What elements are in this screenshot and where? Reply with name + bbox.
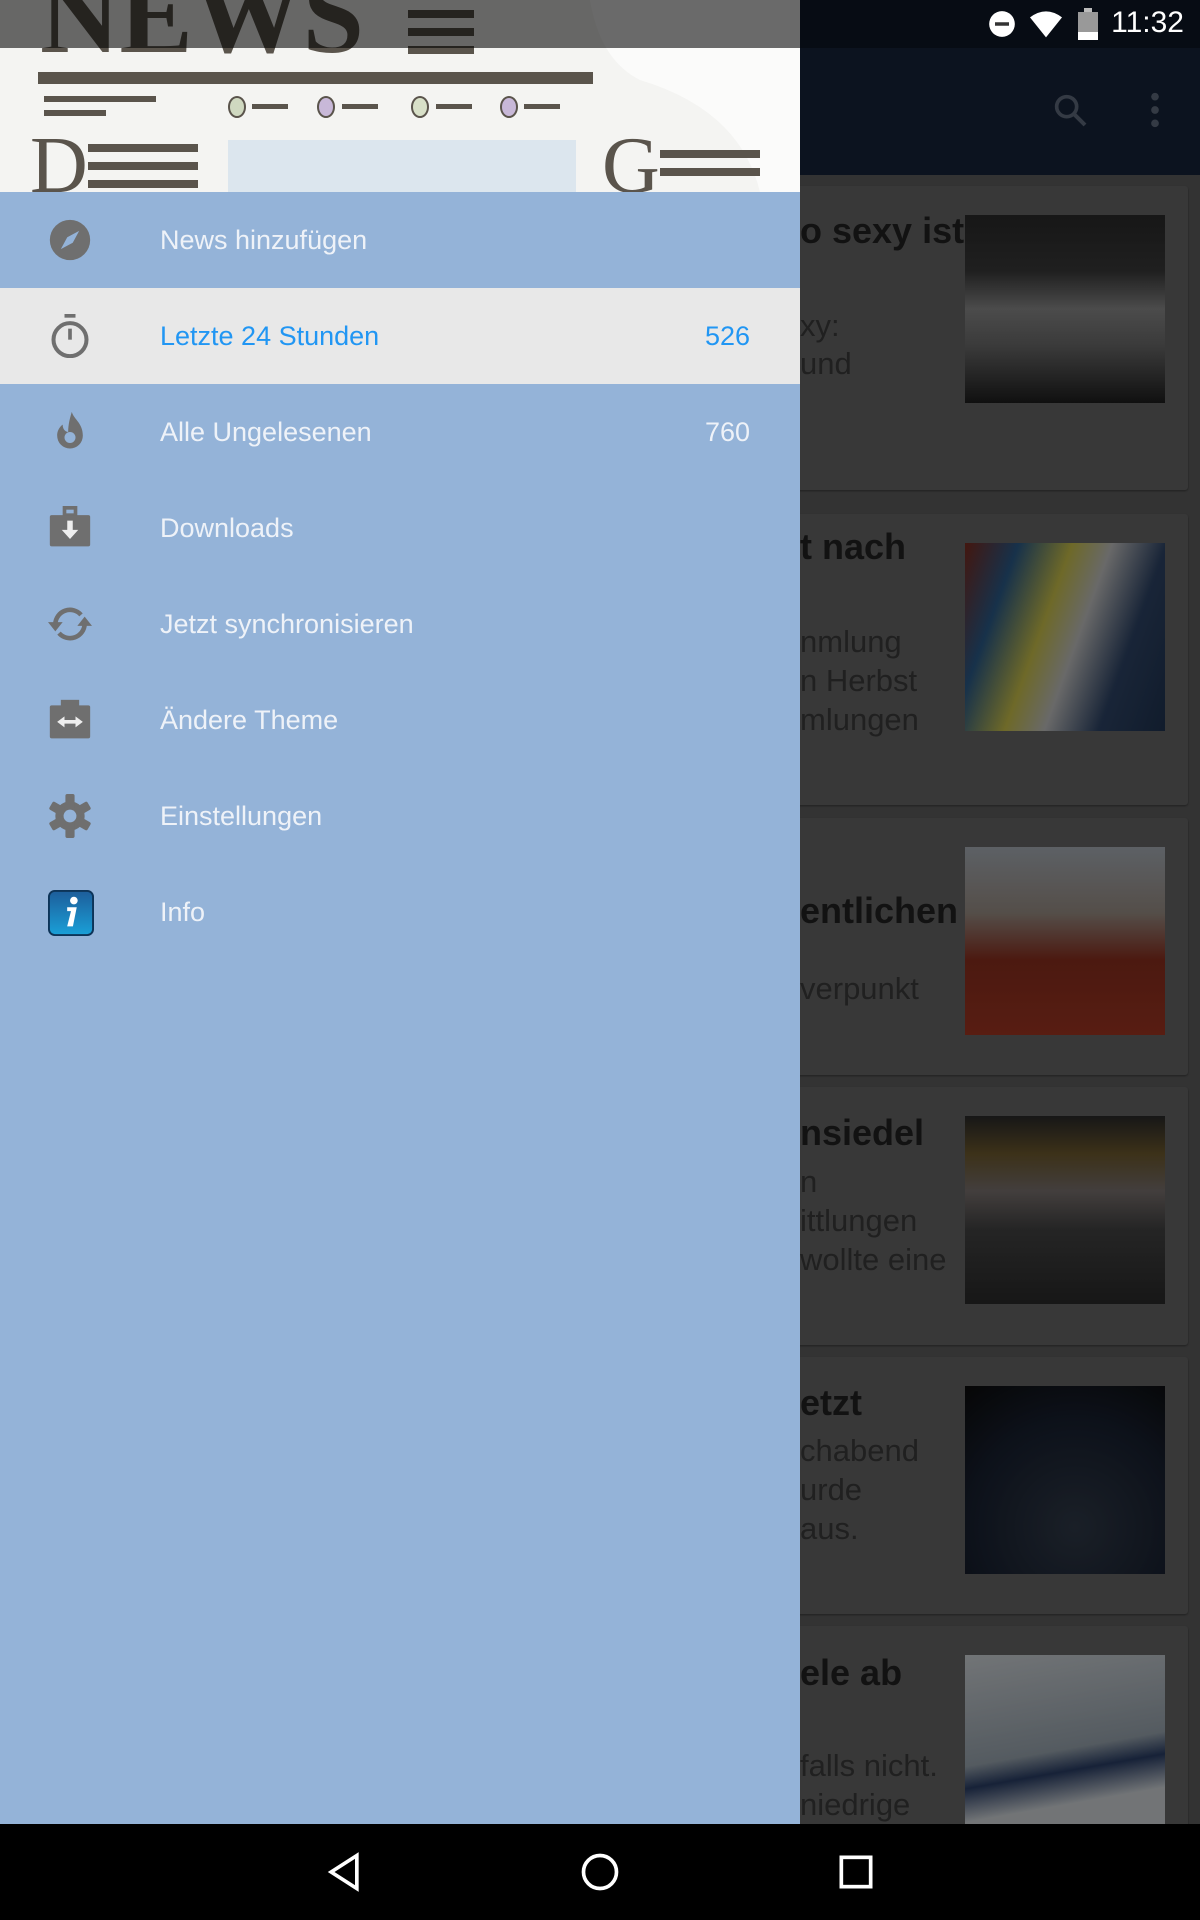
drawer-item-label: Ändere Theme [160, 705, 339, 735]
drawer-item-jetzt-synchronisieren[interactable]: Jetzt synchronisieren [0, 576, 800, 672]
gear-icon [48, 794, 92, 838]
drawer-item-label: News hinzufügen [160, 225, 368, 255]
drawer-item-news-hinzufügen[interactable]: News hinzufügen [0, 192, 800, 288]
svg-text:D: D [30, 122, 88, 192]
drawer-item-label: Einstellungen [160, 801, 323, 831]
compass-icon [48, 218, 92, 262]
drawer-item-alle-ungelesenen[interactable]: Alle Ungelesenen 760 [0, 384, 800, 480]
flame-icon [48, 410, 92, 454]
sync-icon [48, 602, 92, 646]
drawer-item-ändere-theme[interactable]: Ändere Theme [0, 672, 800, 768]
drawer-item-downloads[interactable]: Downloads [0, 480, 800, 576]
do-not-disturb-icon [989, 11, 1015, 37]
drawer-item-label: Downloads [160, 513, 294, 543]
drawer-item-info[interactable]: Info [0, 864, 800, 960]
back-icon[interactable] [322, 1850, 366, 1894]
battery-icon [1078, 8, 1098, 40]
wifi-icon [1030, 11, 1062, 38]
navigation-drawer: NEWS D G News hinzufügenLetzte 24 Stunde… [0, 0, 800, 1824]
drawer-item-label: Jetzt synchronisieren [160, 609, 414, 639]
drawer-item-label: Info [160, 897, 206, 927]
unread-count: 526 [704, 321, 750, 351]
unread-count: 760 [704, 417, 750, 447]
svg-text:G: G [602, 122, 660, 192]
theme-swap-icon [48, 698, 92, 742]
download-box-icon [48, 506, 92, 550]
drawer-item-letzte-24-stunden[interactable]: Letzte 24 Stunden 526 [0, 288, 800, 384]
info-icon [48, 890, 94, 936]
drawer-item-label: Letzte 24 Stunden [160, 321, 380, 351]
timer-icon [48, 314, 92, 359]
home-icon[interactable] [578, 1850, 622, 1894]
status-bar: 11:32 [0, 0, 1200, 48]
status-time: 11:32 [1111, 6, 1184, 39]
drawer-item-label: Alle Ungelesenen [160, 417, 372, 447]
recents-icon[interactable] [834, 1850, 878, 1894]
drawer-item-einstellungen[interactable]: Einstellungen [0, 768, 800, 864]
system-nav-bar [0, 1824, 1200, 1920]
